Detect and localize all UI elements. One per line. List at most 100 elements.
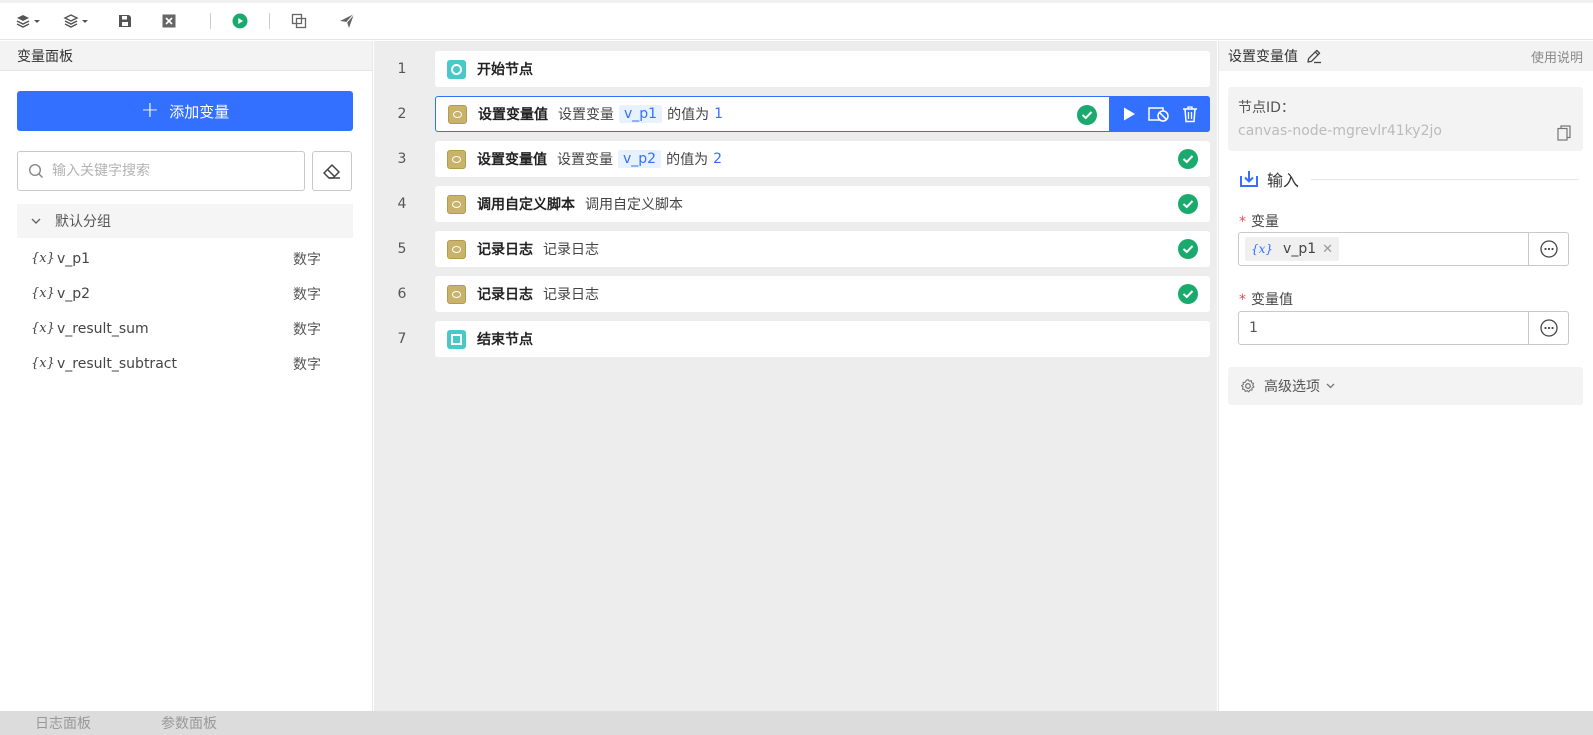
end-node-icon bbox=[447, 329, 466, 349]
script-node-icon bbox=[447, 239, 466, 259]
disable-node-icon[interactable] bbox=[1148, 106, 1170, 122]
value-more-button[interactable] bbox=[1528, 312, 1568, 344]
flow-row: 2 设置变量值 设置变量 v_p1 的值为 1 bbox=[374, 96, 1217, 132]
toolbar-separator bbox=[269, 13, 270, 29]
variable-name: v_p1 bbox=[57, 250, 91, 267]
play-icon[interactable] bbox=[1121, 106, 1137, 122]
variable-name: v_result_sum bbox=[57, 320, 149, 337]
variable-icon: {x} bbox=[31, 286, 55, 301]
check-circle-icon bbox=[1178, 284, 1198, 304]
section-divider bbox=[1311, 178, 1579, 180]
remove-tag-icon[interactable]: ✕ bbox=[1322, 242, 1333, 257]
gear-icon bbox=[1241, 378, 1255, 393]
send-icon[interactable] bbox=[332, 6, 362, 36]
copy-icon[interactable] bbox=[284, 6, 314, 36]
set-variable-node[interactable]: 设置变量值 设置变量 v_p1 的值为 1 bbox=[435, 96, 1210, 132]
node-title: 记录日志 bbox=[477, 287, 533, 303]
value-input[interactable]: 1 bbox=[1239, 312, 1528, 344]
node-value: 2 bbox=[713, 151, 723, 167]
row-number: 2 bbox=[397, 106, 407, 122]
variable-type: 数字 bbox=[293, 286, 321, 303]
variable-item[interactable]: {x} v_p2 数字 bbox=[17, 276, 353, 311]
advanced-options-toggle[interactable]: 高级选项 bbox=[1228, 367, 1583, 405]
toolbar bbox=[0, 0, 1593, 40]
node-id-value: canvas-node-mgrevlr41ky2jo bbox=[1238, 123, 1442, 139]
clear-search-button[interactable] bbox=[312, 151, 352, 191]
chevron-down-icon bbox=[1326, 383, 1335, 389]
log-node[interactable]: 记录日志 记录日志 bbox=[435, 276, 1210, 312]
variable-type: 数字 bbox=[293, 251, 321, 268]
required-mark: * bbox=[1239, 292, 1246, 308]
variable-icon: {x} bbox=[31, 321, 55, 336]
edit-icon[interactable] bbox=[1306, 48, 1322, 64]
variable-field-content[interactable]: {x} v_p1 ✕ bbox=[1239, 233, 1528, 265]
variable-field-label: * 变量 bbox=[1239, 211, 1279, 231]
variable-item[interactable]: {x} v_p1 数字 bbox=[17, 241, 353, 276]
start-node[interactable]: 开始节点 bbox=[435, 51, 1210, 87]
variable-tag: {x} v_p1 ✕ bbox=[1245, 237, 1340, 261]
variable-tag-text: v_p1 bbox=[1283, 241, 1317, 257]
flow-row: 5 记录日志 记录日志 bbox=[374, 231, 1217, 267]
run-icon[interactable] bbox=[225, 6, 255, 36]
variable-list: {x} v_p1 数字 {x} v_p2 数字 {x} v_result_sum… bbox=[17, 241, 353, 381]
flow-row: 3 设置变量值 设置变量 v_p2 的值为 2 bbox=[374, 141, 1217, 177]
help-link[interactable]: 使用说明 bbox=[1531, 47, 1583, 66]
import-icon bbox=[1240, 171, 1258, 187]
node-desc: 的值为 bbox=[667, 107, 710, 123]
add-variable-button[interactable]: + 添加变量 bbox=[17, 91, 353, 131]
advanced-options-label: 高级选项 bbox=[1264, 379, 1320, 395]
node-desc: 设置变量 bbox=[557, 152, 613, 168]
variable-icon: {x} bbox=[1251, 242, 1274, 256]
variable-icon: {x} bbox=[31, 251, 55, 266]
node-title: 结束节点 bbox=[477, 332, 533, 348]
node-action-bar bbox=[1109, 96, 1210, 132]
node-desc: 设置变量 bbox=[558, 107, 614, 123]
end-node[interactable]: 结束节点 bbox=[435, 321, 1210, 357]
row-number: 5 bbox=[397, 241, 407, 257]
save-icon[interactable] bbox=[110, 6, 140, 36]
layers-dropdown-icon[interactable] bbox=[14, 6, 44, 36]
check-circle-icon bbox=[1178, 239, 1198, 259]
tab-param-panel[interactable]: 参数面板 bbox=[126, 713, 252, 733]
group-header-default[interactable]: 默认分组 bbox=[17, 204, 353, 238]
flow-row: 4 调用自定义脚本 调用自定义脚本 bbox=[374, 186, 1217, 222]
variable-more-button[interactable] bbox=[1528, 233, 1568, 265]
copy-id-icon[interactable] bbox=[1557, 125, 1571, 141]
variable-panel: 变量面板 + 添加变量 默认分组 {x} v_p1 数字 {x} v_p2 数字… bbox=[0, 41, 373, 735]
node-desc: 记录日志 bbox=[543, 287, 599, 303]
set-variable-node[interactable]: 设置变量值 设置变量 v_p2 的值为 2 bbox=[435, 141, 1210, 177]
row-number: 3 bbox=[397, 151, 407, 167]
tab-log-panel[interactable]: 日志面板 bbox=[0, 713, 126, 733]
script-node-icon bbox=[447, 194, 466, 214]
node-title: 设置变量值 bbox=[477, 152, 547, 168]
log-node[interactable]: 记录日志 记录日志 bbox=[435, 231, 1210, 267]
variable-type: 数字 bbox=[293, 321, 321, 338]
input-section-header: 输入 bbox=[1239, 167, 1579, 191]
section-title: 输入 bbox=[1267, 171, 1300, 190]
search-box bbox=[17, 151, 305, 191]
row-number: 1 bbox=[397, 61, 407, 77]
node-desc: 记录日志 bbox=[543, 242, 599, 258]
script-node-icon bbox=[447, 284, 466, 304]
node-desc: 的值为 bbox=[666, 152, 709, 168]
delete-icon[interactable] bbox=[1182, 105, 1198, 123]
custom-script-node[interactable]: 调用自定义脚本 调用自定义脚本 bbox=[435, 186, 1210, 222]
field-label-text: 变量值 bbox=[1251, 292, 1293, 308]
close-box-icon[interactable] bbox=[154, 6, 184, 36]
search-icon bbox=[28, 163, 44, 179]
value-field-label: * 变量值 bbox=[1239, 289, 1293, 309]
node-value: 1 bbox=[714, 106, 724, 122]
node-title: 记录日志 bbox=[477, 242, 533, 258]
search-input[interactable] bbox=[52, 163, 292, 179]
value-field[interactable]: 1 bbox=[1238, 311, 1569, 345]
layers-alt-dropdown-icon[interactable] bbox=[62, 6, 92, 36]
variable-field[interactable]: {x} v_p1 ✕ bbox=[1238, 232, 1569, 266]
variable-item[interactable]: {x} v_result_sum 数字 bbox=[17, 311, 353, 346]
value-text: 1 bbox=[1249, 320, 1258, 336]
variable-item[interactable]: {x} v_result_subtract 数字 bbox=[17, 346, 353, 381]
row-number: 6 bbox=[397, 286, 407, 302]
group-name: 默认分组 bbox=[55, 214, 111, 230]
node-title: 调用自定义脚本 bbox=[477, 197, 575, 213]
panel-title: 变量面板 bbox=[17, 48, 73, 65]
flow-row: 1 开始节点 bbox=[374, 51, 1217, 87]
